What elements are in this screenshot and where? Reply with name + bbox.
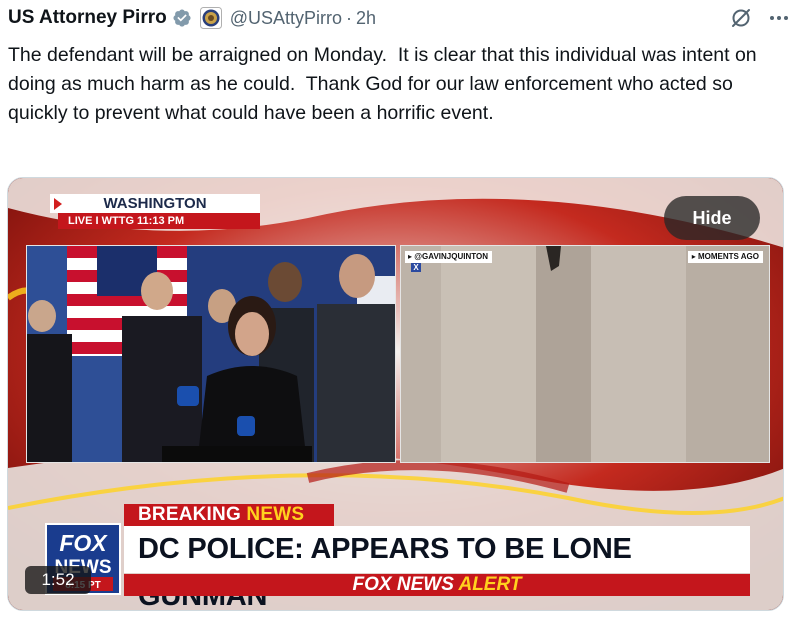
play-triangle-icon — [54, 198, 62, 210]
hide-button[interactable]: Hide — [664, 196, 760, 240]
more-icon[interactable] — [768, 7, 790, 29]
source-tag: ▸ @GAVINJQUINTON — [405, 251, 492, 263]
tweet-header: US Attorney Pirro @USAttyPirro · 2h — [8, 4, 790, 32]
alert-word: ALERT — [458, 574, 522, 595]
x-logo-icon: X — [411, 263, 421, 272]
timestamp[interactable]: 2h — [356, 8, 376, 29]
handle[interactable]: @USAttyPirro — [230, 8, 342, 29]
alert-prefix: FOX NEWS — [352, 574, 459, 595]
live-label: LIVE I WTTG 11:13 PM — [58, 213, 260, 229]
alert-bar: FOX NEWS ALERT — [124, 574, 750, 596]
breaking-news-banner: BREAKING NEWS — [124, 504, 334, 526]
tweet-text: The defendant will be arraigned on Monda… — [8, 44, 763, 124]
separator: · — [346, 7, 353, 28]
video-duration: 1:52 — [25, 566, 91, 594]
news-label: NEWS — [246, 504, 305, 525]
fox-logo-line1: FOX — [59, 530, 108, 556]
video-panel-footage: ▸ @GAVINJQUINTON X ▸ MOMENTS AGO — [400, 245, 770, 463]
breaking-label: BREAKING — [138, 504, 247, 525]
display-name[interactable]: US Attorney Pirro — [8, 7, 167, 29]
video-panel-press-conference: ▸ @GAVINJQUINTON — [26, 245, 396, 463]
doj-seal-icon — [199, 7, 222, 29]
location-label: WASHINGTON — [50, 194, 260, 213]
grok-icon[interactable] — [730, 7, 752, 29]
location-bug: WASHINGTON LIVE I WTTG 11:13 PM — [50, 194, 260, 232]
video-player[interactable]: WASHINGTON LIVE I WTTG 11:13 PM Hide ▸ @… — [7, 177, 784, 611]
headline-bar: DC POLICE: APPEARS TO BE LONE GUNMAN — [124, 526, 750, 610]
verified-badge-icon[interactable] — [172, 8, 192, 28]
tweet: US Attorney Pirro @USAttyPirro · 2h The … — [0, 0, 798, 623]
moments-ago-tag: ▸ MOMENTS AGO — [687, 251, 763, 263]
